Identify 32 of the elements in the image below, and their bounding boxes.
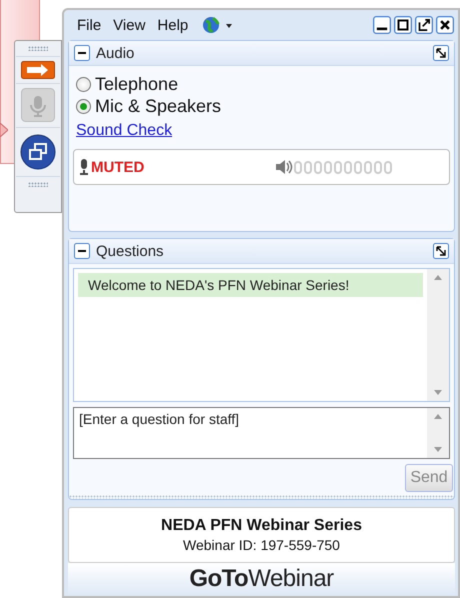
panel-title: Audio bbox=[96, 44, 134, 62]
radio-button[interactable] bbox=[76, 76, 91, 92]
scrollbar[interactable] bbox=[427, 408, 449, 458]
radio-label: Mic & Speakers bbox=[95, 96, 222, 116]
menu-item[interactable]: View bbox=[113, 16, 146, 34]
microphone-icon bbox=[79, 159, 89, 175]
maximize-icon[interactable] bbox=[394, 16, 412, 34]
windows-icon[interactable] bbox=[20, 134, 56, 170]
popout-icon[interactable] bbox=[433, 45, 449, 61]
arrow-icon bbox=[0, 123, 8, 137]
scrollbar[interactable] bbox=[427, 269, 449, 401]
popout-icon[interactable] bbox=[415, 16, 433, 34]
menu-item[interactable]: File bbox=[77, 16, 102, 34]
close-icon[interactable] bbox=[436, 16, 454, 34]
chat-message: Welcome to NEDA's PFN Webinar Series! bbox=[78, 273, 423, 297]
webinar-title: NEDA PFN Webinar Series bbox=[161, 517, 362, 535]
logo: GoToWebinar bbox=[189, 565, 334, 593]
globe-icon[interactable] bbox=[202, 16, 234, 34]
radio-button[interactable] bbox=[76, 98, 91, 114]
grip-handle[interactable] bbox=[28, 46, 48, 51]
mic-status: MUTED bbox=[91, 158, 144, 176]
grip-handle[interactable] bbox=[28, 182, 48, 187]
minimize-icon[interactable] bbox=[373, 16, 391, 34]
speaker-icon bbox=[275, 159, 293, 175]
popout-icon[interactable] bbox=[433, 243, 449, 259]
webinar-id: Webinar ID: 197-559-750 bbox=[183, 537, 340, 553]
menu-item[interactable]: Help bbox=[157, 16, 188, 34]
sound-check-link[interactable]: Sound Check bbox=[76, 122, 172, 140]
collapse-icon[interactable] bbox=[74, 243, 90, 259]
collapse-icon[interactable] bbox=[74, 45, 90, 61]
radio-label: Telephone bbox=[95, 74, 178, 94]
panel-title: Questions bbox=[96, 242, 164, 260]
